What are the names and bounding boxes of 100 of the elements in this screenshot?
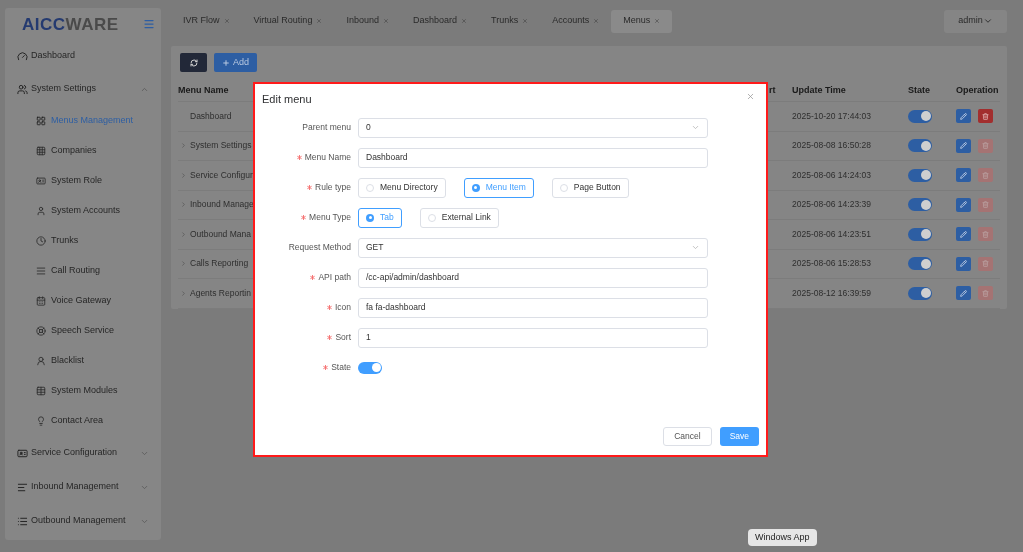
column-header: Update Time xyxy=(791,83,847,97)
close-icon[interactable] xyxy=(223,18,230,24)
item-icon xyxy=(36,356,46,366)
tab[interactable]: Dashboard xyxy=(400,9,479,33)
edit-button[interactable] xyxy=(956,109,971,124)
submenu-item[interactable]: System Modules xyxy=(5,376,161,406)
submenu-item[interactable]: System Role xyxy=(5,166,161,196)
toggle-switch[interactable] xyxy=(908,257,932,271)
input-field[interactable]: /cc-api/admin/dashboard xyxy=(358,267,708,288)
column-header: Operation xyxy=(955,83,999,97)
trash-icon xyxy=(982,142,989,150)
toggle-switch[interactable] xyxy=(908,139,932,153)
toggle-switch[interactable] xyxy=(908,109,932,123)
table-cell: Outbound Mana xyxy=(190,227,251,241)
add-button[interactable]: Add xyxy=(214,53,257,72)
select-field[interactable]: 0 xyxy=(358,117,708,138)
table-cell-text: 2025-08-08 16:50:28 xyxy=(791,139,872,153)
item-icon xyxy=(36,236,46,246)
close-icon[interactable] xyxy=(522,18,529,24)
user-menu[interactable]: admin xyxy=(944,9,1007,33)
submenu-item[interactable]: Trunks xyxy=(5,226,161,256)
table-cell: Dashboard xyxy=(190,109,232,123)
plus-icon xyxy=(222,58,230,67)
item-icon xyxy=(17,83,28,95)
tab[interactable]: Accounts xyxy=(540,9,612,33)
save-button[interactable]: Save xyxy=(719,427,759,446)
item-icon xyxy=(17,50,28,62)
delete-button[interactable] xyxy=(978,109,993,124)
pencil-icon xyxy=(960,260,967,268)
toggle-switch[interactable] xyxy=(908,227,932,241)
tab[interactable]: Inbound xyxy=(334,9,401,33)
expand-icon[interactable] xyxy=(179,260,187,268)
radio-option[interactable]: Page Button xyxy=(551,177,629,198)
table-cell: Service Configur xyxy=(190,168,253,182)
table-cell: Agents Reportin xyxy=(190,286,251,300)
submenu-item[interactable]: Call Routing xyxy=(5,256,161,286)
radio-option[interactable]: External Link xyxy=(419,207,499,228)
cancel-button[interactable]: Cancel xyxy=(663,427,712,446)
input-field[interactable]: Dashboard xyxy=(358,147,708,168)
pencil-icon xyxy=(960,112,967,120)
sidebar-item[interactable]: Service Configuration xyxy=(5,436,161,470)
menu-icon[interactable] xyxy=(143,18,155,30)
field-label: Menu Name xyxy=(304,151,351,164)
select-field[interactable]: GET xyxy=(358,237,708,258)
toggle-switch[interactable] xyxy=(908,198,932,212)
submenu-item[interactable]: Blacklist xyxy=(5,346,161,376)
submenu-item[interactable]: Contact Area xyxy=(5,406,161,436)
dialog-title: Edit menu xyxy=(262,92,312,107)
refresh-icon xyxy=(189,58,198,67)
submenu-item[interactable]: Speech Service xyxy=(5,316,161,346)
submenu-item[interactable]: Voice Gateway xyxy=(5,286,161,316)
edit-button[interactable] xyxy=(956,168,971,183)
tab[interactable]: Trunks xyxy=(478,9,541,33)
toggle-switch[interactable] xyxy=(908,286,932,300)
refresh-button[interactable] xyxy=(180,53,207,72)
close-icon[interactable] xyxy=(654,18,661,24)
table-cell: Inbound Manage xyxy=(190,198,254,212)
edit-button[interactable] xyxy=(956,256,971,271)
edit-button[interactable] xyxy=(956,197,971,212)
close-icon[interactable] xyxy=(593,18,600,24)
sidebar-item[interactable]: Outbound Management xyxy=(5,504,161,538)
edit-button[interactable] xyxy=(956,138,971,153)
input-field[interactable]: fa fa-dashboard xyxy=(358,297,708,318)
item-icon xyxy=(17,515,28,527)
sidebar-item[interactable]: Inbound Management xyxy=(5,470,161,504)
close-icon[interactable] xyxy=(316,18,323,24)
sidebar-item[interactable]: System Settings xyxy=(5,72,161,106)
input-field[interactable]: 1 xyxy=(358,327,708,348)
item-icon xyxy=(36,296,46,306)
close-icon[interactable] xyxy=(460,18,467,24)
close-icon[interactable] xyxy=(746,92,755,101)
field-label: Parent menu xyxy=(302,121,351,134)
radio-option[interactable]: Menu Directory xyxy=(358,177,446,198)
tab[interactable]: IVR Flow xyxy=(171,9,242,33)
radio-option[interactable]: Menu Item xyxy=(463,177,534,198)
submenu-item[interactable]: Companies xyxy=(5,136,161,166)
toggle-switch[interactable] xyxy=(358,361,382,374)
toggle-switch[interactable] xyxy=(908,168,932,182)
edit-button[interactable] xyxy=(956,286,971,301)
field-label: Icon xyxy=(334,301,351,314)
sidebar-item[interactable]: Dashboard xyxy=(5,40,161,72)
expand-icon[interactable] xyxy=(179,201,187,209)
expand-icon[interactable] xyxy=(179,289,187,297)
item-icon xyxy=(36,416,46,426)
item-icon xyxy=(36,146,46,156)
item-icon xyxy=(36,116,46,126)
tab[interactable]: Virtual Routing xyxy=(241,9,335,33)
radio-option[interactable]: Tab xyxy=(358,207,402,228)
table-cell-text: 2025-08-06 14:23:51 xyxy=(791,227,872,241)
pencil-icon xyxy=(960,171,967,179)
close-icon[interactable] xyxy=(382,18,389,24)
trash-icon xyxy=(982,289,989,297)
tab[interactable]: Menus xyxy=(611,9,673,33)
submenu-item[interactable]: System Accounts xyxy=(5,196,161,226)
edit-button[interactable] xyxy=(956,227,971,242)
expand-icon[interactable] xyxy=(179,171,187,179)
expand-icon[interactable] xyxy=(179,142,187,150)
expand-icon[interactable] xyxy=(179,230,187,238)
pencil-icon xyxy=(960,142,967,150)
pencil-icon xyxy=(960,289,967,297)
